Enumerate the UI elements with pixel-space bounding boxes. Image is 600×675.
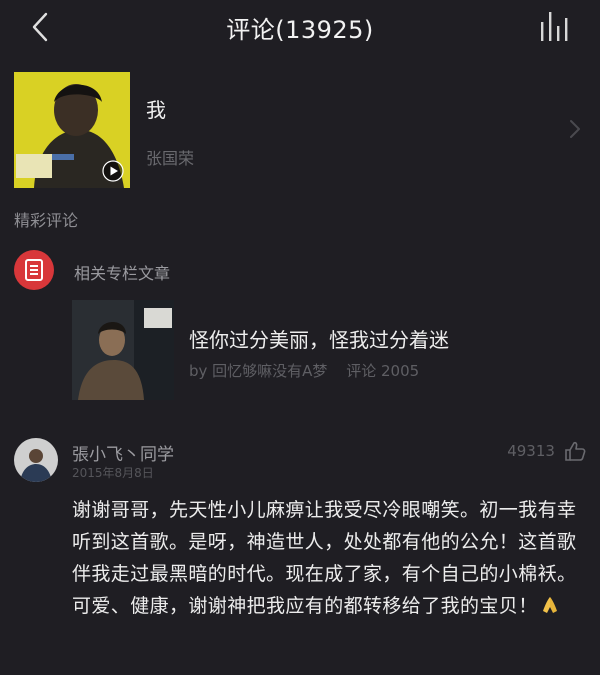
- comment-body: 谢谢哥哥，先天性小儿麻痹让我受尽冷眼嘲笑。初一我有幸听到这首歌。是呀，神造世人，…: [72, 494, 586, 622]
- article-thumbnail: [72, 300, 174, 400]
- chevron-right-icon: [570, 120, 580, 138]
- article-icon: [14, 250, 54, 290]
- hot-comments-label: 精彩评论: [14, 211, 79, 230]
- avatar[interactable]: [14, 438, 58, 482]
- play-circle-icon[interactable]: [102, 160, 124, 182]
- article-author: by 回忆够嘛没有A梦: [189, 362, 328, 380]
- thumbs-up-icon[interactable]: [564, 440, 586, 462]
- folded-hands-emoji: [542, 597, 557, 613]
- article-meta: by 回忆够嘛没有A梦 评论 2005: [189, 360, 433, 381]
- like-button[interactable]: 49313: [507, 440, 586, 464]
- related-column-header: 相关专栏文章: [14, 250, 574, 290]
- article-title: 怪你过分美丽，怪我过分着迷: [189, 328, 449, 352]
- comment-date: 2015年8月8日: [72, 466, 154, 480]
- album-cover-image[interactable]: [14, 72, 130, 188]
- song-title: 我: [146, 98, 166, 122]
- song-card[interactable]: 我 张国荣: [0, 70, 600, 190]
- top-bar: 评论(13925): [0, 0, 600, 56]
- related-article-card[interactable]: 怪你过分美丽，怪我过分着迷 by 回忆够嘛没有A梦 评论 2005: [72, 300, 582, 400]
- related-column-label: 相关专栏文章: [74, 264, 171, 283]
- comment-item: 張小飞丶同学 2015年8月8日 49313 谢谢哥哥，先天性小儿麻痹让我受尽冷…: [0, 436, 600, 675]
- comment-text: 谢谢哥哥，先天性小儿麻痹让我受尽冷眼嘲笑。初一我有幸听到这首歌。是呀，神造世人，…: [72, 499, 577, 617]
- comment-username[interactable]: 張小飞丶同学: [72, 440, 174, 465]
- like-count: 49313: [507, 442, 555, 460]
- equalizer-bars-icon[interactable]: [538, 10, 572, 42]
- song-artist: 张国荣: [146, 149, 195, 168]
- article-comment-count: 评论 2005: [346, 362, 420, 380]
- page-title: 评论(13925): [226, 16, 374, 44]
